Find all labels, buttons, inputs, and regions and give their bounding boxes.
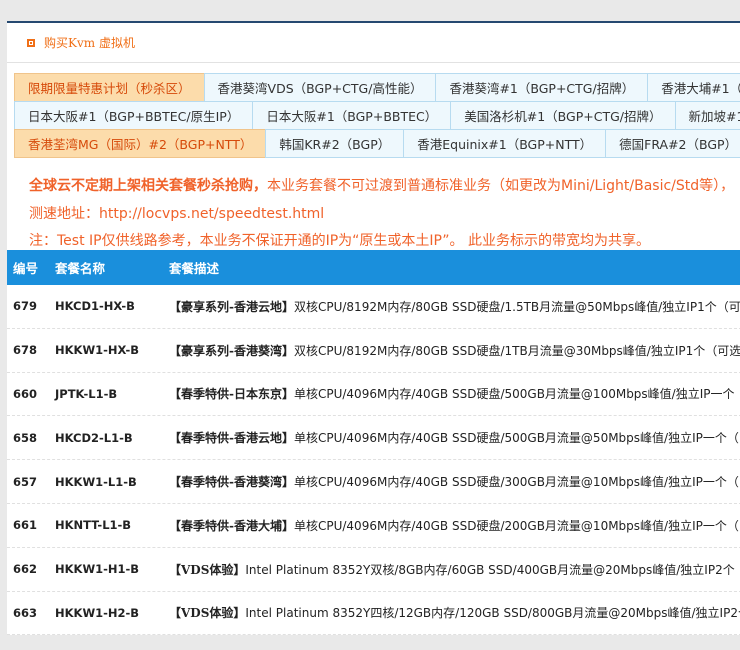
plan-name: HKKW1-H1-B (55, 562, 140, 577)
notice-speedtest: 测速地址：http://locvps.net/speedtest.html (29, 203, 740, 223)
notice-flash-sale-bold: 全球云不定期上架相关套餐秒杀抢购， (29, 178, 267, 194)
plan-tag: 【豪享系列-香港云地】 (169, 299, 294, 314)
col-header-id: 编号 (13, 261, 39, 276)
plan-desc: 【VDS体验】 Intel Platinum 8352Y四核/12GB内存/120… (169, 592, 740, 635)
tab-jp-osaka-native[interactable]: 日本大阪#1（BGP+BBTEC/原生IP） (14, 101, 254, 130)
tab-hk-tsuenwan-mg[interactable]: 香港荃湾MG（国际）#2（BGP+NTT） (14, 129, 267, 158)
col-header-name: 套餐名称 (55, 261, 106, 276)
tab-row-2: 日本大阪#1（BGP+BBTEC/原生IP） 日本大阪#1（BGP+BBTEC）… (14, 101, 740, 130)
region-tabs: 限期限量特惠计划（秒杀区） 香港葵湾VDS（BGP+CTG/高性能） 香港葵湾#… (14, 73, 740, 158)
table-row[interactable]: 658 HKCD2-L1-B 【春季特供-香港云地】 单核CPU/4096M内存/… (7, 416, 740, 461)
notice-ip-note: 注：Test IP仅供线路参考，本业务不保证开通的IP为“原生或本土IP”。 此… (29, 233, 650, 249)
table-row[interactable]: 661 HKNTT-L1-B 【春季特供-香港大埔】 单核CPU/4096M内存/… (7, 504, 740, 548)
plan-spec: 单核CPU/4096M内存/40GB SSD硬盘/500GB月流量@50Mbps… (293, 431, 739, 446)
plan-tag: 【VDS体验】 (169, 562, 246, 577)
tab-row-1: 限期限量特惠计划（秒杀区） 香港葵湾VDS（BGP+CTG/高性能） 香港葵湾#… (14, 73, 740, 102)
plan-id: 679 (13, 299, 38, 314)
tab-jp-osaka[interactable]: 日本大阪#1（BGP+BBTEC） (252, 101, 452, 130)
tab-us-la[interactable]: 美国洛杉机#1（BGP+CTG/招牌） (450, 101, 676, 130)
tab-kr-2[interactable]: 韩国KR#2（BGP） (265, 129, 405, 158)
plan-tag: 【春季特供-香港云地】 (169, 431, 294, 446)
plan-spec: 单核CPU/4096M内存/40GB SSD硬盘/200GB月流量@10Mbps… (293, 518, 739, 533)
plan-tag: 【VDS体验】 (169, 606, 246, 621)
notice-flash-sale-rest: 本业务套餐不可过渡到普通标准业务（如更改为Mini/Light/Basic/St… (267, 178, 735, 194)
tab-hk-taipo-1[interactable]: 香港大埔#1（BGP (647, 73, 740, 102)
tab-singapore[interactable]: 新加坡#1（BG (674, 101, 740, 130)
tab-de-fra[interactable]: 德国FRA#2（BGP） (605, 129, 740, 158)
plan-tag: 【豪享系列-香港葵湾】 (169, 343, 294, 358)
plan-spec: Intel Platinum 8352Y四核/12GB内存/120GB SSD/… (245, 606, 740, 621)
plan-id: 658 (13, 430, 38, 445)
col-header-desc: 套餐描述 (169, 261, 220, 276)
table-row[interactable]: 663 HKKW1-H2-B 【VDS体验】 Intel Platinum 835… (7, 592, 740, 635)
speedtest-link[interactable]: http://locvps.net/speedtest.html (99, 206, 324, 222)
plan-name: HKNTT-L1-B (55, 518, 132, 533)
plan-spec: 单核CPU/4096M内存/40GB SSD硬盘/500GB月流量@100Mbp… (293, 387, 735, 402)
plan-desc: 【春季特供-香港云地】 单核CPU/4096M内存/40GB SSD硬盘/500G… (169, 416, 739, 459)
tab-hk-equinix[interactable]: 香港Equinix#1（BGP+NTT） (403, 129, 607, 158)
plan-spec: 单核CPU/4096M内存/40GB SSD硬盘/300GB月流量@10Mbps… (293, 475, 739, 490)
table-header: 编号 套餐名称 套餐描述 (7, 250, 740, 285)
plan-desc: 【春季特供-香港葵湾】 单核CPU/4096M内存/40GB SSD硬盘/300G… (169, 460, 739, 503)
plan-spec: 双核CPU/8192M内存/80GB SSD硬盘/1TB月流量@30Mbps峰值… (293, 343, 740, 358)
table-row[interactable]: 678 HKKW1-HX-B 【豪享系列-香港葵湾】 双核CPU/8192M内存/… (7, 329, 740, 373)
notice-flash-sale: 全球云不定期上架相关套餐秒杀抢购，本业务套餐不可过渡到普通标准业务（如更改为Mi… (29, 175, 740, 195)
table-row[interactable]: 679 HKCD1-HX-B 【豪享系列-香港云地】 双核CPU/8192M内存/… (7, 285, 740, 329)
plan-id: 678 (13, 343, 38, 358)
table-row[interactable]: 662 HKKW1-H1-B 【VDS体验】 Intel Platinum 835… (7, 548, 740, 592)
plan-name: HKKW1-L1-B (55, 474, 137, 489)
plan-name: JPTK-L1-B (55, 386, 118, 401)
plan-spec: 双核CPU/8192M内存/80GB SSD硬盘/1.5TB月流量@50Mbps… (293, 299, 740, 314)
plan-desc: 【VDS体验】 Intel Platinum 8352Y双核/8GB内存/60GB… (169, 548, 740, 591)
tab-flash-sale[interactable]: 限期限量特惠计划（秒杀区） (14, 73, 205, 102)
plan-id: 657 (13, 474, 38, 489)
table-row[interactable]: 657 HKKW1-L1-B 【春季特供-香港葵湾】 单核CPU/4096M内存/… (7, 460, 740, 504)
plan-tag: 【春季特供-香港葵湾】 (169, 475, 294, 490)
plan-tag: 【春季特供-日本东京】 (169, 387, 294, 402)
tab-hk-kwaiwan-vds[interactable]: 香港葵湾VDS（BGP+CTG/高性能） (203, 73, 437, 102)
plan-id: 661 (13, 518, 38, 533)
plan-name: HKCD1-HX-B (55, 299, 135, 314)
plan-desc: 【豪享系列-香港云地】 双核CPU/8192M内存/80GB SSD硬盘/1.5T… (169, 285, 740, 328)
plan-name: HKKW1-HX-B (55, 343, 139, 358)
plan-desc: 【春季特供-日本东京】 单核CPU/4096M内存/40GB SSD硬盘/500G… (169, 373, 735, 416)
table-row[interactable]: 660 JPTK-L1-B 【春季特供-日本东京】 单核CPU/4096M内存/4… (7, 373, 740, 417)
plans-table: 679 HKCD1-HX-B 【豪享系列-香港云地】 双核CPU/8192M内存/… (7, 285, 740, 635)
square-bullet-icon (27, 38, 35, 47)
tab-hk-kwaiwan-1[interactable]: 香港葵湾#1（BGP+CTG/招牌） (435, 73, 649, 102)
plan-id: 660 (13, 386, 38, 401)
plan-id: 663 (13, 605, 38, 620)
panel-title: 购买Kvm 虚拟机 (44, 36, 135, 50)
plan-name: HKKW1-H2-B (55, 605, 140, 620)
plan-id: 662 (13, 562, 38, 577)
plan-spec: Intel Platinum 8352Y双核/8GB内存/60GB SSD/40… (245, 562, 740, 577)
tab-row-3: 香港荃湾MG（国际）#2（BGP+NTT） 韩国KR#2（BGP） 香港Equi… (14, 129, 740, 158)
purchase-panel: 购买Kvm 虚拟机 限期限量特惠计划（秒杀区） 香港葵湾VDS（BGP+CTG/… (7, 21, 740, 635)
plan-tag: 【春季特供-香港大埔】 (169, 518, 294, 533)
panel-header: 购买Kvm 虚拟机 (7, 23, 740, 63)
plan-desc: 【豪享系列-香港葵湾】 双核CPU/8192M内存/80GB SSD硬盘/1TB月… (169, 329, 740, 372)
speedtest-label: 测速地址： (29, 206, 99, 222)
plan-desc: 【春季特供-香港大埔】 单核CPU/4096M内存/40GB SSD硬盘/200G… (169, 504, 739, 547)
plan-name: HKCD2-L1-B (55, 430, 133, 445)
